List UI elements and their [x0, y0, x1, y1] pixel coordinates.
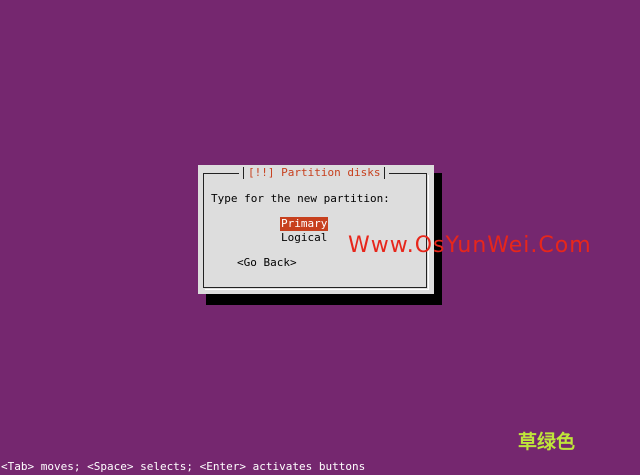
dialog-title: [!!] Partition disks	[239, 166, 390, 180]
dialog-title-text: [!!] Partition disks	[248, 166, 381, 179]
dialog-prompt: Type for the new partition:	[211, 192, 390, 205]
keyboard-help-footer: <Tab> moves; <Space> selects; <Enter> ac…	[1, 460, 366, 473]
option-logical[interactable]: Logical	[280, 231, 328, 245]
partition-type-dialog: [!!] Partition disks Type for the new pa…	[198, 165, 434, 294]
watermark-text: Www.OsYunWei.Com	[348, 233, 592, 258]
title-right-bar	[384, 167, 386, 179]
signature-text: 草绿色	[518, 431, 576, 453]
go-back-button[interactable]: <Go Back>	[237, 256, 297, 270]
option-primary[interactable]: Primary	[280, 217, 329, 231]
